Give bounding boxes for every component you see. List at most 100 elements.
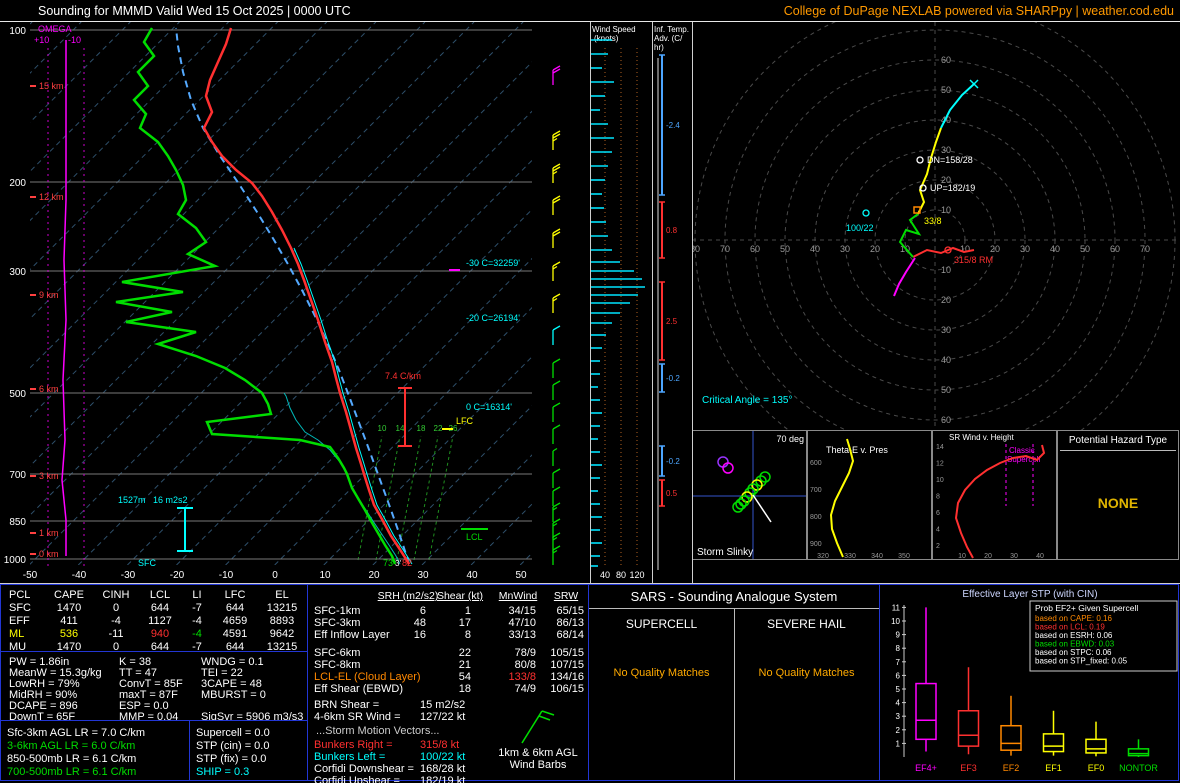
stp-box xyxy=(1085,738,1107,754)
hodo-marker-label: 33/8 xyxy=(924,216,942,226)
pressure-label: 200 xyxy=(9,178,26,189)
hodo-axis-label: 40 xyxy=(1050,244,1060,254)
temp-advection-panel: Inf. Temp.Adv. (C/hr) -2.4 0.8 2.5 -0.2 -0.2 0… xyxy=(652,22,692,583)
parcel-cell: 0 xyxy=(112,602,120,614)
stp-ytick: 1 xyxy=(896,739,901,748)
wind-barb xyxy=(552,163,561,183)
parcel-cell: -7 xyxy=(192,602,202,614)
skewt-annotation: 1527m xyxy=(118,495,146,505)
temp-axis-label: -50 xyxy=(23,570,38,581)
hazard-panel: Potential Hazard Type NONE xyxy=(1057,430,1179,560)
hazard-title: Potential Hazard Type xyxy=(1060,435,1176,451)
omega-plus-label: +10 xyxy=(34,35,49,45)
storm-motion-value: 100/22 kt xyxy=(420,751,466,763)
hodo-axis-label: 50 xyxy=(941,385,951,395)
sr-wind-panel: SR Wind v. Height 14 12 10 8 6 4 2 10 20 30 40 Class… xyxy=(932,430,1057,560)
parcel-cell: 13215 xyxy=(266,602,298,614)
skewt-annotation: -20 C=26194' xyxy=(466,313,520,323)
pressure-label: 850 xyxy=(9,517,26,528)
height-label: 3 km xyxy=(39,471,59,481)
stp-boxplot-panel: Effective Layer STP (with CIN) 1 2 3 4 5 6 7 8 9 1… xyxy=(879,584,1179,781)
parcel-header: LI xyxy=(192,589,202,601)
advection-value: -2.4 xyxy=(666,121,680,130)
parcel-cell: 1470 xyxy=(56,602,82,614)
storm-slinky-panel: 70 deg Storm Slinky xyxy=(692,430,807,560)
hodo-axis-label: 20 xyxy=(870,244,880,254)
theta-e-xtick: 330 xyxy=(844,553,856,560)
wind-barb xyxy=(552,325,561,345)
stp-ytick: 7 xyxy=(896,658,901,667)
skewt-isotherms xyxy=(30,22,532,565)
sars-title: SARS - Sounding Analogue System xyxy=(630,589,838,604)
stp-ytick: 10 xyxy=(891,617,900,626)
stp-ytick: 5 xyxy=(896,685,901,694)
hodo-axis-label: 30 xyxy=(1020,244,1030,254)
kin-value: 106/15 xyxy=(550,683,584,695)
stp-box xyxy=(957,710,980,747)
thermo-value: MBURST = 0 xyxy=(201,689,266,701)
parcel-cell: ML xyxy=(9,628,25,640)
divider xyxy=(734,608,735,780)
composite-index-value: Supercell = 0.0 xyxy=(196,727,270,739)
hodo-axis-label: 30 xyxy=(840,244,850,254)
sr-wind-ytick: 10 xyxy=(936,477,944,484)
hodo-axis-label: 20 xyxy=(941,295,951,305)
kin-value: 54 xyxy=(458,671,471,683)
parcel-cell: 4591 xyxy=(222,628,248,640)
temperature-trace xyxy=(202,27,411,565)
composite-index-value: STP (cin) = 0.0 xyxy=(196,740,270,752)
kin-value: 68/14 xyxy=(556,629,584,641)
stp-ytick: 2 xyxy=(896,726,901,735)
parcel-row: EFF 411 -4 1127 -4 4659 8893 xyxy=(3,615,307,627)
temp-adv-title: Inf. Temp. xyxy=(654,25,689,34)
hodo-axis-label: 50 xyxy=(1080,244,1090,254)
parcel-cell: 1127 xyxy=(148,615,172,627)
hodo-marker xyxy=(862,209,870,217)
parcel-header: LFC xyxy=(224,589,246,601)
thermo-indices: PW = 1.86in MeanW = 15.3g/kg LowRH = 79% Mi… xyxy=(0,651,308,723)
parcel-cell: -4 xyxy=(192,615,202,627)
storm-motion-value: 182/19 kt xyxy=(420,775,466,783)
stp-category-label: EF1 xyxy=(1045,763,1062,773)
skewt-traces xyxy=(115,27,413,565)
sr-wind-ytick: 14 xyxy=(936,444,944,451)
kin-value: 22 xyxy=(458,647,471,659)
mixing-ratio-label: 22 xyxy=(434,424,443,433)
skewt-annotation: -30 C=32259' xyxy=(466,258,520,268)
storm-motion-label: Corfidi Downshear = xyxy=(314,763,414,775)
advection-value: -0.2 xyxy=(666,374,680,383)
height-label: 0 km xyxy=(39,549,59,559)
mixing-ratio-label: 10 xyxy=(378,424,387,433)
kinematics-table: SRH (m2/s2) Shear (kt) MnWind SRW SFC-1km 6 1 3… xyxy=(307,584,589,783)
parcel-cell: 411 xyxy=(60,615,78,627)
slinky-ring xyxy=(735,498,747,510)
kin-value: 105/15 xyxy=(550,647,584,659)
sr-wind-xtick: 30 xyxy=(1010,553,1018,560)
wind-speed-panel: Wind Speed(knots) 40 80 120 xyxy=(590,22,652,583)
kin-header: SRH (m2/s2) xyxy=(377,590,439,602)
sr-wind-title: SR Wind v. Height xyxy=(949,433,1015,442)
stp-category-label: NONTOR xyxy=(1119,763,1158,773)
wind-barb-caption: Wind Barbs xyxy=(509,759,567,771)
hodo-axis-label: 40 xyxy=(941,355,951,365)
stp-box xyxy=(1042,733,1065,753)
parcel-cell: 644 xyxy=(225,602,245,614)
brn-shear-label: BRN Shear = xyxy=(314,699,380,711)
wind-barb xyxy=(552,130,561,150)
wind-barb xyxy=(552,468,561,488)
parcel-cell: 940 xyxy=(150,628,170,640)
stp-ytick: 9 xyxy=(896,631,901,640)
hazard-value: NONE xyxy=(1097,495,1139,511)
hodo-axis-label: 10 xyxy=(941,265,951,275)
lapse-rate-value: 700-500mb LR = 6.1 C/km xyxy=(7,766,137,778)
theta-e-title: Theta-E v. Pres xyxy=(826,445,888,455)
classic-supercell-label: Classic xyxy=(1009,446,1035,455)
theta-e-ytick: 700 xyxy=(810,487,822,494)
divider xyxy=(692,22,693,583)
stp-category-label: EF4+ xyxy=(915,763,937,773)
kin-value: 86/13 xyxy=(556,617,584,629)
hodo-axis-label: 20 xyxy=(990,244,1000,254)
parcel-header-row: PCL CAPE CINH LCL LI LFC EL xyxy=(3,589,307,601)
hodo-axis-label: 60 xyxy=(750,244,760,254)
temp-axis-label: 50 xyxy=(515,570,527,581)
